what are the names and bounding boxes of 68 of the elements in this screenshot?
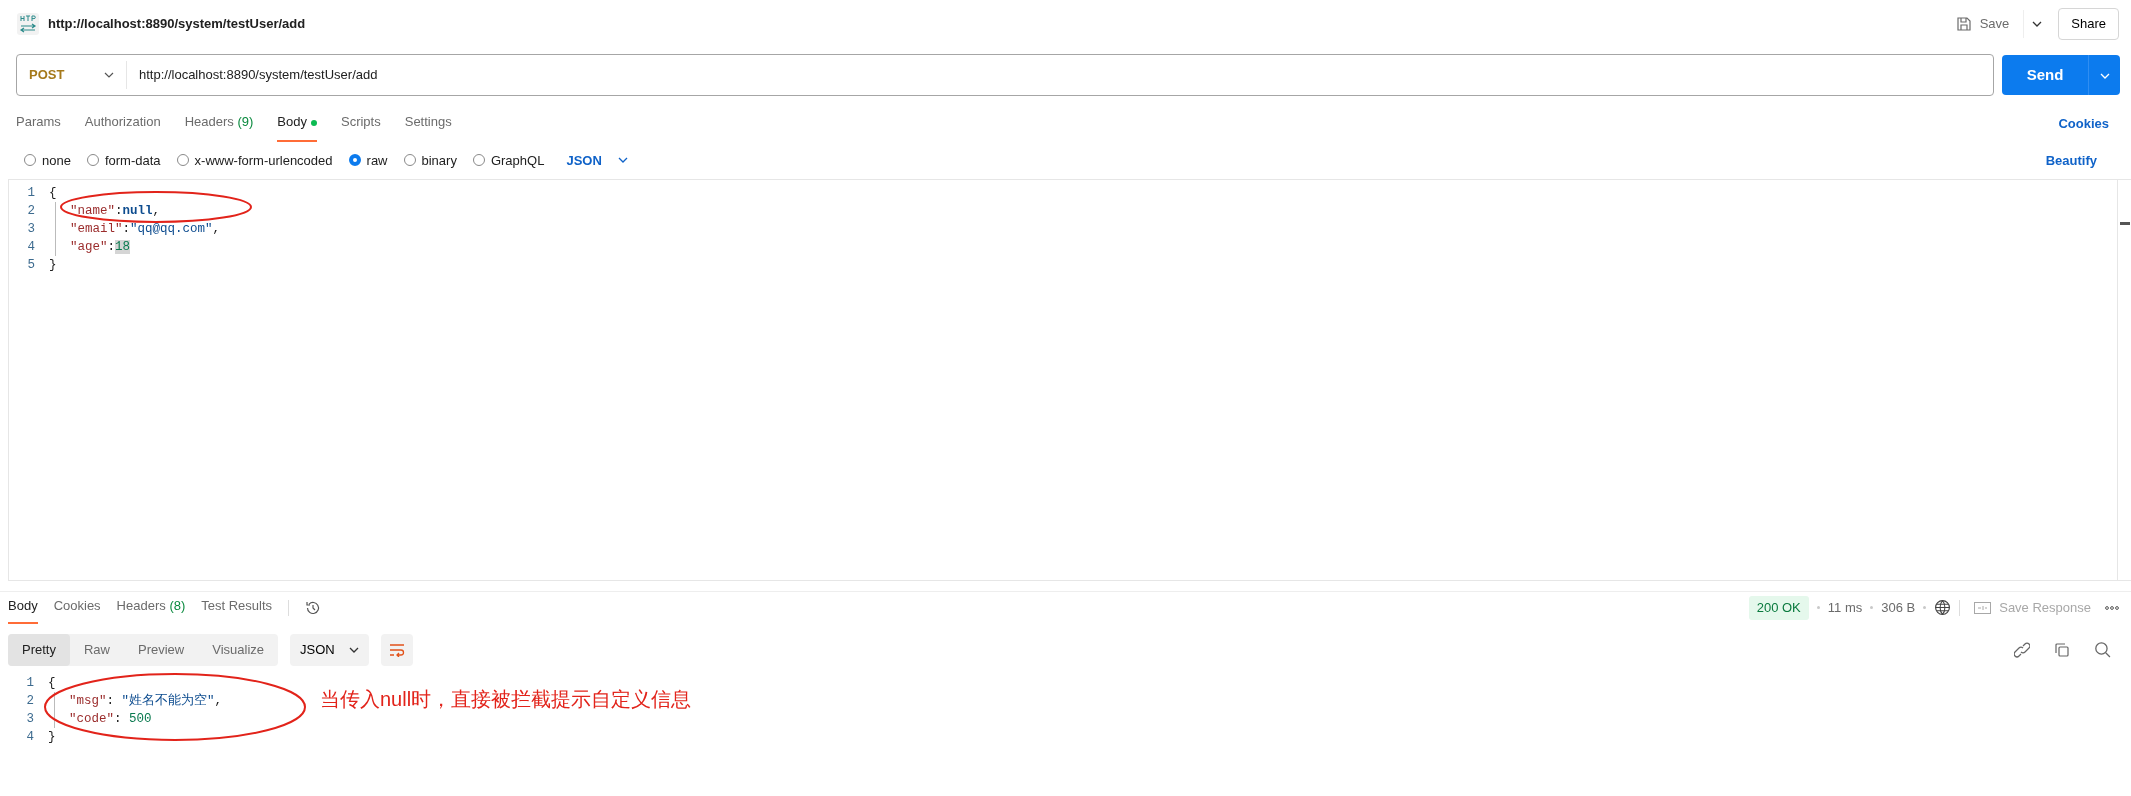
tab[interactable]: Body bbox=[8, 592, 38, 624]
history-icon[interactable] bbox=[305, 599, 322, 616]
line-number: 4 bbox=[26, 239, 36, 256]
tab[interactable]: Params bbox=[16, 106, 61, 142]
more-icon[interactable] bbox=[2105, 605, 2119, 610]
radio-option[interactable]: GraphQL bbox=[472, 150, 545, 170]
http-icon bbox=[16, 12, 40, 36]
code-line: "email":"qq@qq.com", bbox=[55, 220, 221, 238]
line-number: 5 bbox=[26, 257, 36, 274]
format-dropdown[interactable]: JSON bbox=[290, 633, 369, 666]
wrap-button[interactable] bbox=[380, 633, 413, 666]
request-body-editor[interactable]: 1 { 2 "name":null, 3 "email":"qq@qq.com", 4 "age":18 5 } bbox=[8, 179, 2131, 581]
example-icon bbox=[1974, 601, 1992, 614]
tab[interactable]: Cookies bbox=[53, 592, 101, 624]
radio-option[interactable]: x-www-form-urlencoded bbox=[176, 150, 333, 170]
line-number: 1 bbox=[26, 185, 36, 202]
format-dropdown[interactable]: JSON bbox=[560, 149, 634, 171]
chevron-down-icon bbox=[2032, 21, 2043, 27]
code-line: } bbox=[48, 728, 56, 746]
globe-icon[interactable] bbox=[1934, 599, 1952, 617]
line-number: 3 bbox=[26, 221, 36, 238]
line-number: 3 bbox=[25, 710, 35, 728]
tab[interactable]: Scripts bbox=[341, 106, 381, 142]
line-number: 4 bbox=[25, 728, 35, 746]
send-button[interactable]: Send bbox=[2002, 55, 2088, 95]
search-icon[interactable] bbox=[2094, 641, 2111, 658]
code-line: { bbox=[48, 674, 56, 692]
code-line: "code": 500 bbox=[54, 709, 152, 728]
code-line: "name":null, bbox=[55, 202, 161, 220]
radio-option[interactable]: raw bbox=[348, 150, 388, 170]
tab[interactable]: Test Results bbox=[201, 592, 273, 624]
cookies-link[interactable]: Cookies bbox=[2052, 113, 2115, 135]
radio-option[interactable]: none bbox=[24, 150, 71, 170]
radio-option[interactable]: binary bbox=[403, 150, 457, 170]
code-line: { bbox=[49, 185, 57, 202]
code-line: "age":18 bbox=[55, 238, 131, 256]
tab[interactable]: Authorization bbox=[84, 106, 161, 142]
view-mode-tab[interactable]: Raw bbox=[69, 633, 124, 666]
code-line: } bbox=[49, 257, 57, 274]
line-number: 1 bbox=[25, 674, 35, 692]
chevron-down-icon bbox=[104, 72, 114, 78]
annotation-text: 当传入null时，直接被拦截提示自定义信息 bbox=[320, 686, 692, 712]
copy-icon[interactable] bbox=[2054, 641, 2070, 658]
chevron-down-icon bbox=[617, 157, 628, 164]
chevron-down-icon bbox=[2099, 72, 2110, 79]
response-time: 11 ms bbox=[1827, 599, 1863, 617]
save-icon bbox=[1955, 16, 1972, 32]
wrap-icon bbox=[388, 642, 405, 657]
link-icon[interactable] bbox=[2014, 641, 2030, 658]
tab[interactable]: Headers (8) bbox=[116, 592, 186, 624]
radio-option[interactable]: form-data bbox=[86, 150, 161, 170]
view-mode-tab[interactable]: Visualize bbox=[198, 633, 279, 666]
tab[interactable]: Settings bbox=[404, 106, 452, 142]
tab[interactable]: Body bbox=[277, 106, 317, 142]
chevron-down-icon bbox=[348, 646, 359, 653]
beautify-link[interactable]: Beautify bbox=[2039, 149, 2103, 171]
line-number: 2 bbox=[26, 203, 36, 220]
save-button[interactable]: Save bbox=[1949, 13, 2016, 35]
line-number: 2 bbox=[25, 692, 35, 710]
share-button[interactable]: Share bbox=[2058, 8, 2119, 40]
response-size: 306 B bbox=[1881, 599, 1916, 617]
tab[interactable]: Headers (9) bbox=[184, 106, 254, 142]
view-mode-tab[interactable]: Preview bbox=[124, 633, 199, 666]
view-mode-tab[interactable]: Pretty bbox=[8, 633, 70, 666]
request-title: http://localhost:8890/system/testUser/add bbox=[48, 15, 306, 34]
status-badge: 200 OK bbox=[1748, 596, 1809, 620]
code-line: "msg": "姓名不能为空", bbox=[54, 691, 223, 710]
url-field[interactable]: POST http://localhost:8890/system/testUser/add bbox=[16, 54, 1994, 96]
